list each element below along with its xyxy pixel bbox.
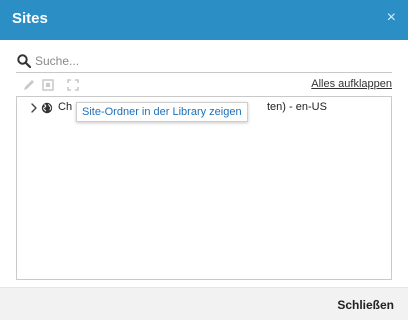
pencil-icon[interactable] (22, 78, 36, 92)
close-button[interactable]: Schließen (337, 298, 394, 312)
site-tree[interactable]: Ch ten) - en-US Site-Ordner in der Libra… (16, 96, 392, 280)
dialog-title: Sites (12, 10, 48, 27)
square-icon[interactable] (41, 78, 55, 92)
tooltip: Site-Ordner in der Library zeigen (76, 102, 248, 122)
toolbar: Alles aufklappen (16, 78, 392, 94)
chevron-right-icon[interactable] (30, 103, 38, 113)
globe-icon (41, 102, 53, 114)
tree-node-label-start[interactable]: Ch (58, 101, 72, 113)
search-bar (16, 52, 392, 73)
expand-all-link[interactable]: Alles aufklappen (311, 78, 392, 90)
expand-box-icon[interactable] (66, 78, 80, 92)
search-icon (17, 54, 32, 69)
tree-node-label-end[interactable]: ten) - en-US (267, 101, 327, 113)
tree-node[interactable]: Ch ten) - en-US Site-Ordner in der Libra… (17, 97, 391, 122)
dialog-footer: Schließen (0, 287, 408, 320)
close-icon[interactable]: × (387, 10, 396, 26)
search-input[interactable] (35, 52, 385, 70)
dialog-header: Sites × (0, 0, 408, 40)
